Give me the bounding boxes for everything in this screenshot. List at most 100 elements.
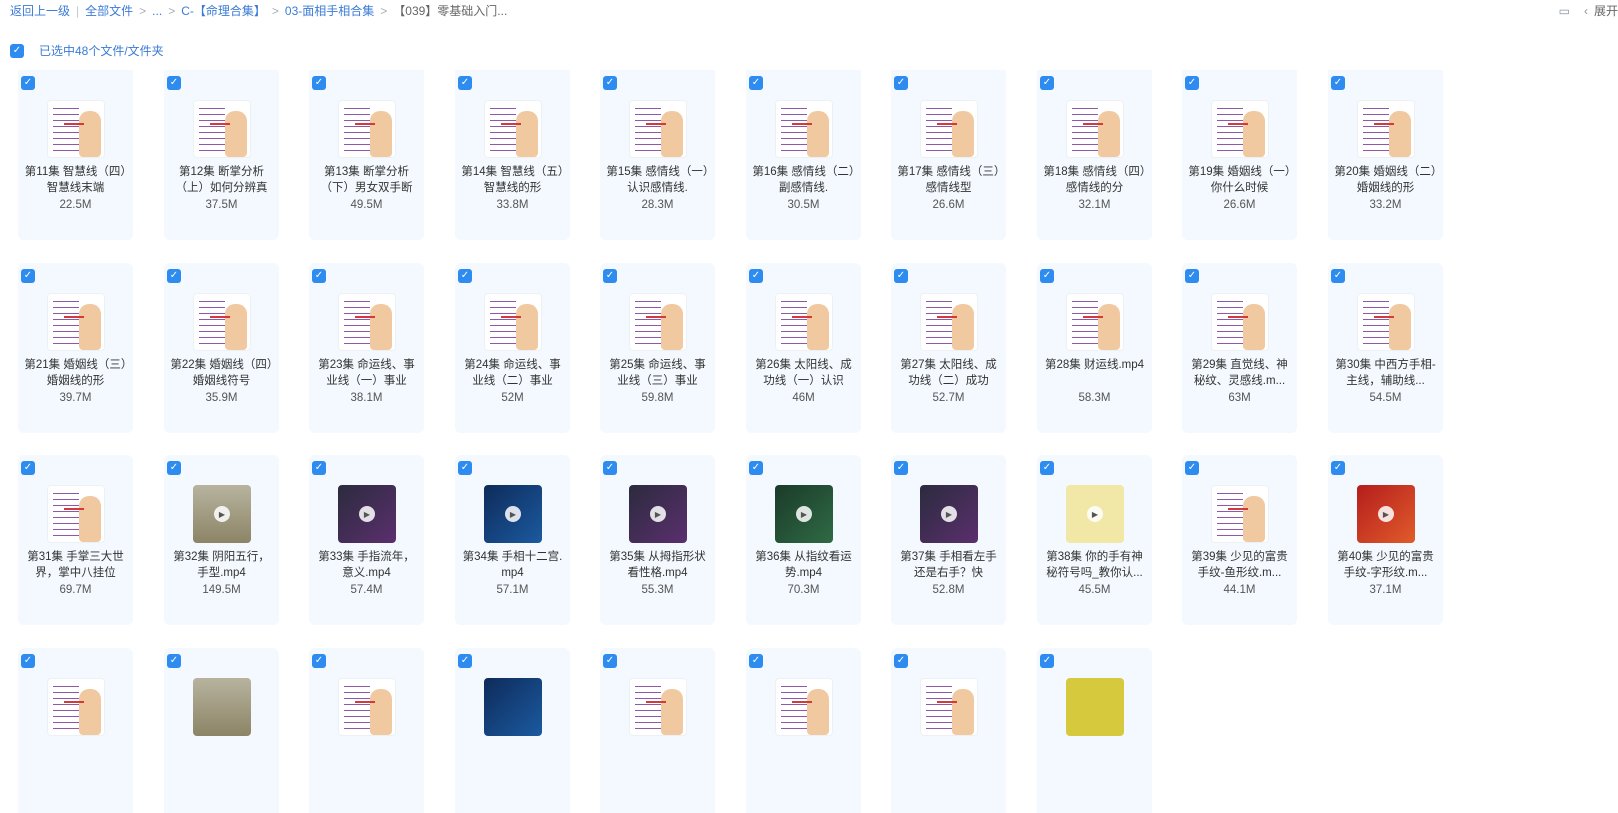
file-card[interactable]: ✓ <box>600 648 715 813</box>
file-card[interactable]: ✓ 第12集 断掌分析（上）如何分辨真 37.5M <box>164 70 279 240</box>
file-card[interactable]: ✓ 第27集 太阳线、成功线（二）成功 52.7M <box>891 263 1006 433</box>
file-thumbnail <box>629 678 687 736</box>
file-checkbox[interactable]: ✓ <box>312 269 326 283</box>
file-name: 第31集 手掌三大世界，掌中八挂位 <box>27 551 124 579</box>
breadcrumb-level2[interactable]: 03-面相手相合集 <box>285 2 374 19</box>
file-name: 第35集 从拇指形状看性格.mp4 <box>609 551 706 579</box>
check-icon: ✓ <box>314 270 324 281</box>
file-card[interactable]: ✓ 第16集 感情线（二）副感情线. 30.5M <box>746 70 861 240</box>
file-checkbox[interactable]: ✓ <box>167 76 181 90</box>
file-checkbox[interactable]: ✓ <box>749 461 763 475</box>
file-checkbox[interactable]: ✓ <box>749 269 763 283</box>
file-name: 第27集 太阳线、成功线（二）成功 <box>900 359 997 387</box>
file-checkbox[interactable]: ✓ <box>458 461 472 475</box>
file-card[interactable]: ✓ <box>746 648 861 813</box>
play-icon: ▶ <box>796 506 812 522</box>
palm-image <box>661 689 683 735</box>
file-card[interactable]: ✓ 第31集 手掌三大世界，掌中八挂位 69.7M <box>18 455 133 625</box>
file-card[interactable]: ✓ ▶ 第32集 阴阳五行，手型.mp4 149.5M <box>164 455 279 625</box>
file-checkbox[interactable]: ✓ <box>312 76 326 90</box>
file-checkbox[interactable]: ✓ <box>1040 269 1054 283</box>
file-checkbox[interactable]: ✓ <box>1331 269 1345 283</box>
file-card[interactable]: ✓ 第20集 婚姻线（二）婚姻线的形 33.2M <box>1328 70 1443 240</box>
file-card[interactable]: ✓ 第14集 智慧线（五）智慧线的形 33.8M <box>455 70 570 240</box>
breadcrumb-separator-icon: > <box>380 3 388 18</box>
file-card[interactable]: ✓ 第25集 命运线、事业线（三）事业 59.8M <box>600 263 715 433</box>
file-card[interactable]: ✓ ▶ 第33集 手指流年，意义.mp4 57.4M <box>309 455 424 625</box>
file-checkbox[interactable]: ✓ <box>603 654 617 668</box>
file-checkbox[interactable]: ✓ <box>603 269 617 283</box>
file-card[interactable]: ✓ ▶ 第38集 你的手有神秘符号吗_教你认... 45.5M <box>1037 455 1152 625</box>
file-card[interactable]: ✓ 第21集 婚姻线（三）婚姻线的形 39.7M <box>18 263 133 433</box>
file-checkbox[interactable]: ✓ <box>1331 76 1345 90</box>
file-card[interactable]: ✓ 第23集 命运线、事业线（一）事业 38.1M <box>309 263 424 433</box>
file-card[interactable]: ✓ ▶ 第34集 手相十二宫.mp4 57.1M <box>455 455 570 625</box>
palm-image <box>225 304 247 350</box>
file-checkbox[interactable]: ✓ <box>894 654 908 668</box>
file-checkbox[interactable]: ✓ <box>894 269 908 283</box>
file-checkbox[interactable]: ✓ <box>458 76 472 90</box>
file-checkbox[interactable]: ✓ <box>21 461 35 475</box>
file-checkbox[interactable]: ✓ <box>21 76 35 90</box>
file-card[interactable]: ✓ 第24集 命运线、事业线（二）事业 52M <box>455 263 570 433</box>
file-checkbox[interactable]: ✓ <box>894 461 908 475</box>
file-checkbox[interactable]: ✓ <box>749 76 763 90</box>
check-icon: ✓ <box>896 462 906 473</box>
file-checkbox[interactable]: ✓ <box>167 461 181 475</box>
file-card[interactable]: ✓ 第30集 中西方手相-主线，辅助线... 54.5M <box>1328 263 1443 433</box>
file-card[interactable]: ✓ 第11集 智慧线（四）智慧线末端 22.5M <box>18 70 133 240</box>
file-checkbox[interactable]: ✓ <box>312 654 326 668</box>
file-card[interactable]: ✓ <box>18 648 133 813</box>
check-icon: ✓ <box>169 655 179 666</box>
view-list-icon[interactable]: ▭ <box>1559 4 1570 18</box>
file-card[interactable]: ✓ ▶ 第35集 从拇指形状看性格.mp4 55.3M <box>600 455 715 625</box>
file-card[interactable]: ✓ 第17集 感情线（三）感情线型 26.6M <box>891 70 1006 240</box>
breadcrumb-level1[interactable]: C-【命理合集】 <box>181 2 266 19</box>
file-thumbnail: ▶ <box>1066 485 1124 543</box>
file-card[interactable]: ✓ <box>455 648 570 813</box>
breadcrumb-ellipsis[interactable]: ... <box>152 4 162 18</box>
file-checkbox[interactable]: ✓ <box>1040 461 1054 475</box>
file-card[interactable]: ✓ 第26集 太阳线、成功线（一）认识 46M <box>746 263 861 433</box>
file-card[interactable]: ✓ ▶ 第37集 手相看左手还是右手？快 52.8M <box>891 455 1006 625</box>
file-checkbox[interactable]: ✓ <box>1331 461 1345 475</box>
file-card[interactable]: ✓ 第19集 婚姻线（一）你什么时候 26.6M <box>1182 70 1297 240</box>
file-card[interactable]: ✓ 第15集 感情线（一）认识感情线. 28.3M <box>600 70 715 240</box>
file-checkbox[interactable]: ✓ <box>1040 654 1054 668</box>
file-checkbox[interactable]: ✓ <box>603 76 617 90</box>
file-card[interactable]: ✓ 第22集 婚姻线（四）婚姻线符号 35.9M <box>164 263 279 433</box>
file-checkbox[interactable]: ✓ <box>1185 269 1199 283</box>
file-checkbox[interactable]: ✓ <box>167 269 181 283</box>
file-checkbox[interactable]: ✓ <box>21 269 35 283</box>
file-checkbox[interactable]: ✓ <box>1185 461 1199 475</box>
file-checkbox[interactable]: ✓ <box>749 654 763 668</box>
file-card[interactable]: ✓ ▶ 第36集 从指纹看运势.mp4 70.3M <box>746 455 861 625</box>
file-grid: 16.2M18.7M68.6M22.7M18.9M23.8M32.1M31.3M… <box>18 70 1458 813</box>
file-checkbox[interactable]: ✓ <box>894 76 908 90</box>
file-checkbox[interactable]: ✓ <box>458 269 472 283</box>
file-card[interactable]: ✓ 第28集 财运线.mp4 58.3M <box>1037 263 1152 433</box>
file-card[interactable]: ✓ <box>1037 648 1152 813</box>
palm-image <box>1243 304 1265 350</box>
select-all-checkbox[interactable]: ✓ <box>10 43 24 58</box>
expand-button[interactable]: 展开 <box>1594 2 1618 19</box>
file-card[interactable]: ✓ <box>309 648 424 813</box>
file-checkbox[interactable]: ✓ <box>603 461 617 475</box>
file-checkbox[interactable]: ✓ <box>312 461 326 475</box>
file-card[interactable]: ✓ <box>891 648 1006 813</box>
file-checkbox[interactable]: ✓ <box>458 654 472 668</box>
back-link[interactable]: 返回上一级 <box>10 2 70 19</box>
file-checkbox[interactable]: ✓ <box>167 654 181 668</box>
file-card[interactable]: ✓ 第18集 感情线（四）感情线的分 32.1M <box>1037 70 1152 240</box>
chevron-left-icon[interactable]: ‹ <box>1584 4 1588 18</box>
file-card[interactable]: ✓ <box>164 648 279 813</box>
file-thumbnail <box>338 678 396 736</box>
file-checkbox[interactable]: ✓ <box>1185 76 1199 90</box>
file-checkbox[interactable]: ✓ <box>1040 76 1054 90</box>
file-card[interactable]: ✓ 第29集 直觉线、神秘纹、灵感线.m... 63M <box>1182 263 1297 433</box>
breadcrumb-all-files[interactable]: 全部文件 <box>85 2 133 19</box>
file-card[interactable]: ✓ ▶ 第40集 少见的富贵手纹-字形纹.m... 37.1M <box>1328 455 1443 625</box>
file-card[interactable]: ✓ 第39集 少见的富贵手纹-鱼形纹.m... 44.1M <box>1182 455 1297 625</box>
file-card[interactable]: ✓ 第13集 断掌分析（下）男女双手断 49.5M <box>309 70 424 240</box>
file-checkbox[interactable]: ✓ <box>21 654 35 668</box>
